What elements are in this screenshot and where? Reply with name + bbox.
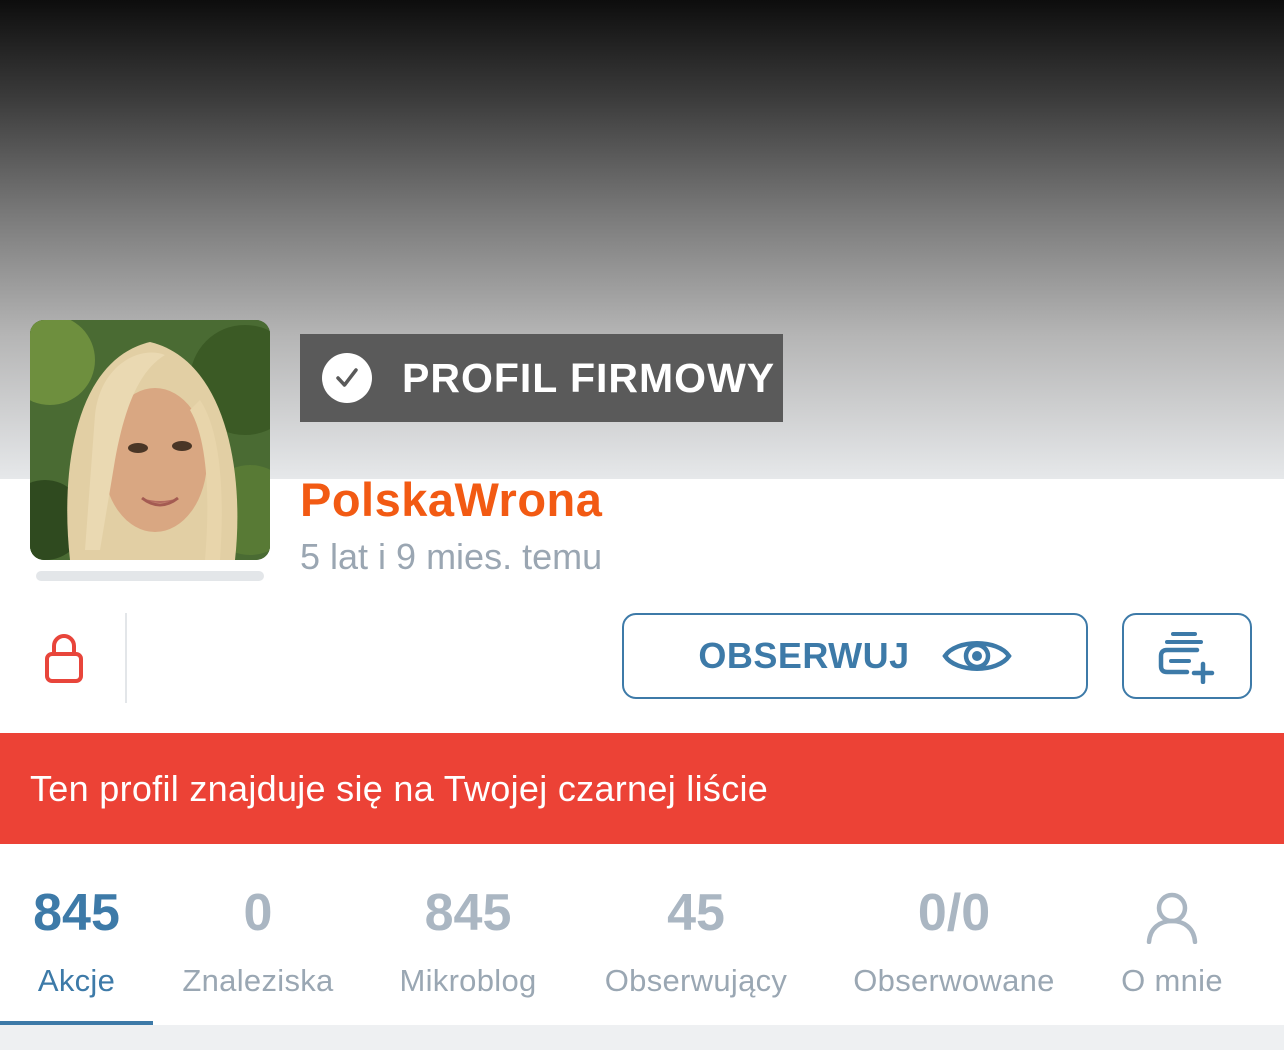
divider <box>125 613 127 703</box>
tab-value: 0 <box>243 884 273 942</box>
tab-label: Mikroblog <box>399 963 537 998</box>
company-profile-badge: PROFIL FIRMOWY <box>300 334 783 422</box>
tab-value: 0/0 <box>917 884 991 942</box>
avatar[interactable] <box>30 320 270 560</box>
tab-o-mnie[interactable]: O mnie <box>1100 880 1244 1001</box>
tab-label: O mnie <box>1121 963 1223 998</box>
follow-button[interactable]: OBSERWUJ <box>622 613 1088 699</box>
tab-obserwowane[interactable]: 0/0 Obserwowane <box>838 880 1070 1001</box>
add-to-list-button[interactable] <box>1122 613 1252 699</box>
lock-icon[interactable] <box>44 632 84 684</box>
tab-znaleziska[interactable]: 0 Znaleziska <box>168 880 348 1001</box>
bottom-separator <box>0 1025 1284 1050</box>
tab-label: Akcje <box>37 963 116 998</box>
follow-label: OBSERWUJ <box>698 635 910 676</box>
avatar-image <box>30 320 270 560</box>
tab-label: Obserwowane <box>853 963 1055 998</box>
check-circle-icon <box>322 353 372 403</box>
avatar-status-bar <box>36 571 264 581</box>
add-to-list-icon <box>1158 632 1215 684</box>
tab-value: 45 <box>667 884 725 942</box>
username: PolskaWrona <box>300 473 603 526</box>
account-age: 5 lat i 9 mies. temu <box>300 536 603 577</box>
blacklist-notice: Ten profil znajduje się na Twojej czarne… <box>0 733 1284 844</box>
tab-label: Obserwujący <box>604 963 788 998</box>
badge-label: PROFIL FIRMOWY <box>402 354 776 401</box>
profile-screen: PROFIL FIRMOWY PolskaWrona 5 lat i 9 mie… <box>0 0 1284 1050</box>
tab-label: Znaleziska <box>182 963 334 998</box>
tab-mikroblog[interactable]: 845 Mikroblog <box>378 880 558 1001</box>
blacklist-text: Ten profil znajduje się na Twojej czarne… <box>30 767 769 809</box>
tab-value: 845 <box>33 884 120 942</box>
tab-akcje[interactable]: 845 Akcje <box>0 880 153 1001</box>
user-icon <box>1100 880 1244 946</box>
tab-obserwujacy[interactable]: 45 Obserwujący <box>590 880 802 1001</box>
tab-value: 845 <box>424 884 512 942</box>
eye-icon <box>942 641 1012 671</box>
